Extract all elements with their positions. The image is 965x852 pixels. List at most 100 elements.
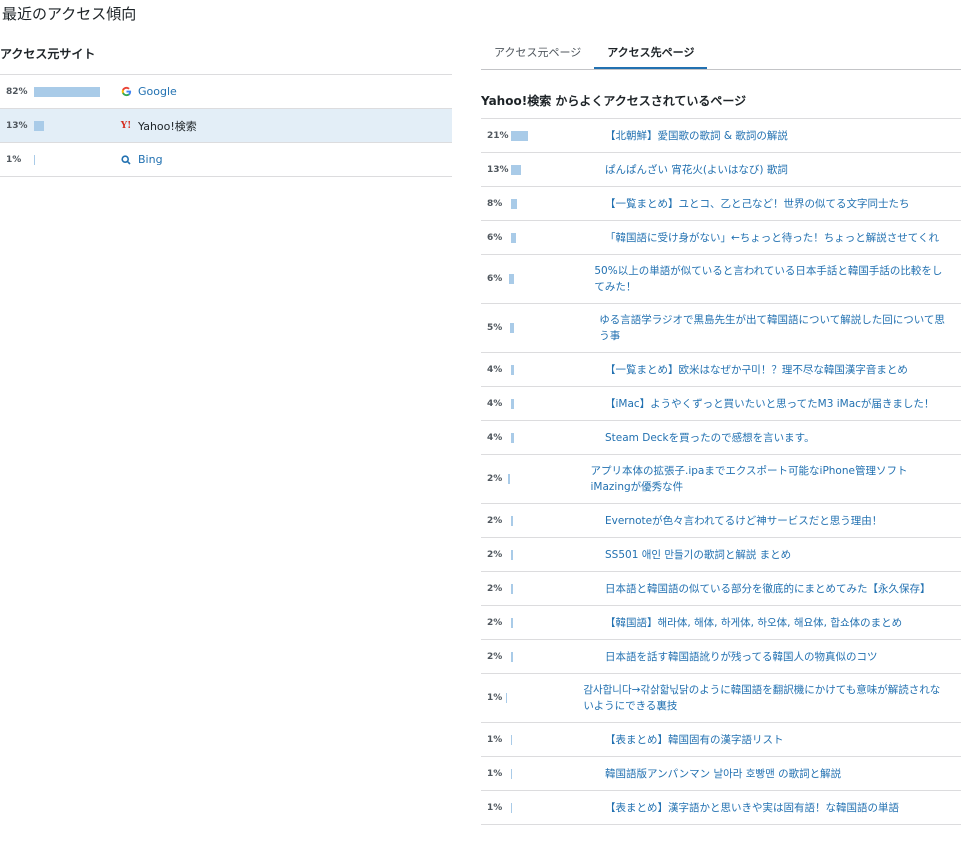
page-link[interactable]: 감사합니다→갂삵핣닋닭のように韓国語を翻訳機にかけても意味が解読されないようにで… [577,674,961,722]
page-link[interactable]: SS501 애인 만들기の歌詞と解説 まとめ [599,539,805,571]
page-row[interactable]: 6% 「韓国語に受け身がない」←ちょっと待った！ちょっと解説させてくれ [481,221,961,255]
percent-bar [511,398,514,409]
page-row[interactable]: 4% 【一覧まとめ】欧米はなぜか구미！？理不尽な韓国漢字音まとめ [481,353,961,387]
percent-label: 2% [487,583,503,594]
bar-track [506,693,577,703]
page-row[interactable]: 6% 50%以上の単語が似ていると言われている日本手話と韓国手話の比較をしてみた！ [481,255,961,304]
tab-destination-page[interactable]: アクセス先ページ [594,38,708,69]
bar-track [511,398,599,409]
source-row[interactable]: 82% Google [0,75,452,109]
page-link[interactable]: 韓国語版アンパンマン 날아라 호빵맨 の歌詞と解説 [599,758,855,790]
percent-label: 2% [487,651,503,662]
page-link[interactable]: 【表まとめ】韓国固有の漢字語リスト [599,724,798,756]
bar-track [511,432,599,443]
page-row[interactable]: 2% 日本語と韓国語の似ている部分を徹底的にまとめてみた【永久保存】 [481,572,961,606]
percent-label: 1% [487,693,503,703]
percent-label: 1% [487,768,503,779]
source-link[interactable]: Google [120,85,177,98]
page-row[interactable]: 2% アプリ本体の拡張子.ipaまでエクスポート可能なiPhone管理ソフトiMa… [481,455,961,504]
percent-bar [508,274,514,284]
section-title: アクセス元サイト [0,47,96,61]
bar-track [511,130,599,141]
percent-label: 2% [487,515,503,526]
percent-label: 2% [487,549,503,560]
percent-bar [511,130,528,141]
percent-bar [509,323,514,333]
bar-track [511,768,599,779]
percent-bar [511,768,512,779]
page-link[interactable]: 【一覧まとめ】欧米はなぜか구미！？理不尽な韓国漢字音まとめ [599,354,922,386]
source-link[interactable]: Bing [120,153,163,166]
page-row[interactable]: 2% 日本語を話す韓国語訛りが残ってる韓国人の物真似のコツ [481,640,961,674]
percent-label: 13% [6,120,28,131]
percent-bar [511,802,512,813]
percent-label: 5% [487,323,503,333]
page-link[interactable]: 「韓国語に受け身がない」←ちょっと待った！ちょっと解説させてくれ [599,222,953,254]
page-link[interactable]: ぱんぱんざい 宵花火(よいはなび) 歌詞 [599,154,802,186]
destination-title: Yahoo!検索 からよくアクセスされているページ [481,94,747,108]
page-row[interactable]: 2% Evernoteが色々言われてるけど神サービスだと思う理由！ [481,504,961,538]
percent-label: 1% [6,154,22,165]
page-row[interactable]: 4% Steam Deckを買ったので感想を言います。 [481,421,961,455]
source-label: Yahoo!検索 [138,119,197,133]
percent-bar [511,515,513,526]
bar-track [511,549,599,560]
percent-bar [34,154,35,165]
bar-track [511,364,599,375]
page-link[interactable]: 【韓国語】해라体, 해体, 하게体, 하오体, 해요体, 합쇼体のまとめ [599,607,916,639]
source-row[interactable]: 1% Bing [0,143,452,177]
percent-bar [507,474,510,484]
percent-bar [511,549,513,560]
source-link[interactable]: Y! Yahoo!検索 [120,118,197,134]
page-row[interactable]: 1% 감사합니다→갂삵핣닋닭のように韓国語を翻訳機にかけても意味が解読されないよう… [481,674,961,723]
page-link[interactable]: 日本語を話す韓国語訛りが残ってる韓国人の物真似のコツ [599,641,891,673]
percent-bar [506,693,508,703]
page-link[interactable]: 【表まとめ】漢字語かと思いきや実は固有語！な韓国語の単語 [599,792,913,824]
percent-bar [511,734,512,745]
percent-bar [511,583,513,594]
page-row[interactable]: 8% 【一覧まとめ】ユとコ、乙と己など！世界の似てる文字同士たち [481,187,961,221]
page-row[interactable]: 13% ぱんぱんざい 宵花火(よいはなび) 歌詞 [481,153,961,187]
access-source-panel: アクセス元サイト 82% Google 13% Y! Yahoo!検索 1% Bing [0,46,452,177]
percent-label: 8% [487,198,503,209]
page-row[interactable]: 2% SS501 애인 만들기の歌詞と解説 まとめ [481,538,961,572]
page-link[interactable]: Evernoteが色々言われてるけど神サービスだと思う理由！ [599,505,896,537]
page-row[interactable]: 1% 韓国語版アンパンマン 날아라 호빵맨 の歌詞と解説 [481,757,961,791]
tab-source-page[interactable]: アクセス元ページ [481,38,594,69]
page-link[interactable]: ゆる言語学ラジオで黒島先生が出て韓国語について解説した回について思う事 [593,304,961,352]
page-title: 最近のアクセス傾向 [2,5,137,23]
page-link[interactable]: 日本語と韓国語の似ている部分を徹底的にまとめてみた【永久保存】 [599,573,945,605]
page-row[interactable]: 1% 【表まとめ】韓国固有の漢字語リスト [481,723,961,757]
page-link[interactable]: 50%以上の単語が似ていると言われている日本手話と韓国手話の比較をしてみた！ [588,255,961,303]
page-link[interactable]: 【北朝鮮】愛国歌の歌詞 & 歌詞の解説 [599,120,802,152]
page-row[interactable]: 4% 【iMac】ようやくずっと買いたいと思ってたM3 iMacが届きました！ [481,387,961,421]
bar-track [511,515,599,526]
percent-bar [511,198,517,209]
source-row[interactable]: 13% Y! Yahoo!検索 [0,109,452,143]
bar-track [511,734,599,745]
yahoo-icon: Y! [120,120,132,131]
page-link[interactable]: アプリ本体の拡張子.ipaまでエクスポート可能なiPhone管理ソフトiMazi… [584,455,961,503]
percent-label: 4% [487,364,503,375]
bar-track [511,617,599,628]
bar-track [511,802,599,813]
bar-track [511,651,599,662]
page-link[interactable]: Steam Deckを買ったので感想を言います。 [599,422,829,454]
percent-label: 1% [487,734,503,745]
percent-label: 2% [487,617,503,628]
percent-label: 6% [487,232,503,243]
percent-label: 4% [487,398,503,409]
bar-track [511,232,599,243]
percent-label: 6% [487,274,503,284]
page-link[interactable]: 【一覧まとめ】ユとコ、乙と己など！世界の似てる文字同士たち [599,188,924,220]
page-row[interactable]: 1% 【表まとめ】漢字語かと思いきや実は固有語！な韓国語の単語 [481,791,961,825]
page-row[interactable]: 21% 【北朝鮮】愛国歌の歌詞 & 歌詞の解説 [481,119,961,153]
percent-bar [511,164,521,175]
page-link[interactable]: 【iMac】ようやくずっと買いたいと思ってたM3 iMacが届きました！ [599,388,948,420]
percent-bar [511,651,513,662]
page-row[interactable]: 2% 【韓国語】해라体, 해体, 하게体, 하오体, 해요体, 합쇼体のまとめ [481,606,961,640]
page-row[interactable]: 5% ゆる言語学ラジオで黒島先生が出て韓国語について解説した回について思う事 [481,304,961,353]
bar-track [511,198,599,209]
bar-track [511,164,599,175]
percent-bar [34,86,100,97]
